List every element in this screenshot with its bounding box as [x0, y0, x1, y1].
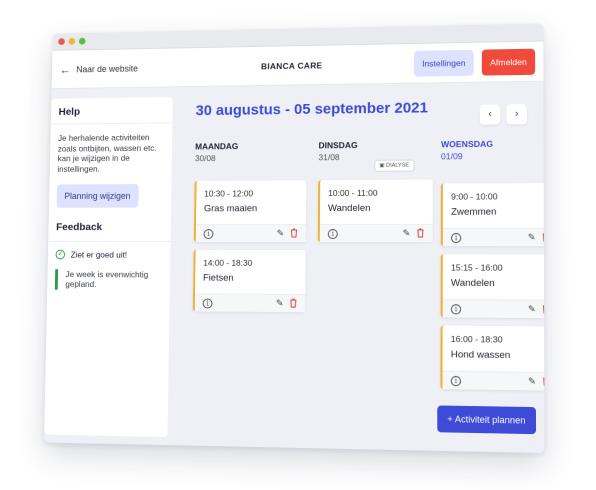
- edit-icon[interactable]: ✎: [528, 304, 536, 315]
- previous-week-button[interactable]: ‹: [479, 104, 501, 125]
- help-text: Je herhalende activiteiten zoals ontbijt…: [57, 132, 157, 174]
- activity-time: 14:00 - 18:30: [203, 257, 253, 268]
- trash-icon[interactable]: [542, 376, 544, 386]
- day-name: MAANDAG: [195, 141, 239, 152]
- activity-title: Zwemmen: [451, 206, 497, 218]
- edit-icon[interactable]: ✎: [528, 376, 536, 388]
- help-heading: Help: [50, 97, 173, 125]
- next-week-button[interactable]: ›: [506, 104, 528, 125]
- info-icon[interactable]: i: [450, 304, 462, 315]
- week-view: 30 augustus - 05 september 2021 ‹ › MAAN…: [185, 82, 545, 453]
- activity-title: Wandelen: [450, 277, 495, 290]
- activity-card[interactable]: 9:00 - 10:00 Zwemmen i ✎: [440, 182, 545, 247]
- info-icon[interactable]: i: [450, 375, 462, 387]
- chevron-left-icon: ‹: [488, 108, 492, 120]
- activity-title: Wandelen: [327, 202, 371, 214]
- trash-icon[interactable]: [416, 228, 424, 238]
- activity-card[interactable]: 10:30 - 12:00 Gras maaien i ✎: [193, 180, 307, 242]
- day-header-wednesday: WOENSDAG 01/09: [441, 139, 493, 162]
- feedback-status: Ziet er goed uit!: [70, 249, 128, 260]
- edit-icon[interactable]: ✎: [277, 228, 285, 239]
- settings-button[interactable]: Instellingen: [413, 49, 474, 77]
- sidebar: Help Je herhalende activiteiten zoals on…: [44, 97, 173, 438]
- activity-title: Fietsen: [202, 272, 234, 284]
- edit-icon[interactable]: ✎: [403, 228, 411, 239]
- activity-card[interactable]: 10:00 - 11:00 Wandelen i ✎: [317, 179, 433, 243]
- activity-time: 10:30 - 12:00: [204, 188, 254, 199]
- day-name: DINSDAG: [318, 140, 358, 151]
- day-date: 30/08: [194, 153, 216, 164]
- day-header-tuesday: DINSDAG 31/08 ▣ DIALYSE: [318, 140, 415, 172]
- back-to-website-link[interactable]: ← Naar de website: [59, 61, 138, 76]
- close-window-dot[interactable]: [58, 38, 65, 45]
- activity-card[interactable]: 14:00 - 18:30 Fietsen i ✎: [192, 249, 306, 313]
- app-window: ← Naar de website BIANCA CARE Instelling…: [43, 23, 545, 454]
- arrow-left-icon: ←: [59, 62, 71, 77]
- activity-card[interactable]: 16:00 - 18:30 Hond wassen i ✎: [440, 325, 545, 391]
- trash-icon[interactable]: [542, 304, 545, 314]
- edit-icon[interactable]: ✎: [528, 232, 536, 243]
- trash-icon[interactable]: [542, 232, 545, 242]
- back-label: Naar de website: [76, 63, 139, 74]
- activity-card[interactable]: 15:15 - 16:00 Wandelen i ✎: [440, 254, 545, 319]
- info-icon[interactable]: i: [202, 298, 213, 309]
- dialysis-badge: ▣ DIALYSE: [374, 159, 415, 172]
- check-circle-icon: ✓: [55, 249, 66, 259]
- day-date: 31/08: [318, 152, 340, 163]
- feedback-heading: Feedback: [48, 206, 172, 242]
- activity-time: 9:00 - 10:00: [451, 191, 498, 202]
- activity-title: Hond wassen: [450, 349, 511, 362]
- activity-title: Gras maaien: [203, 203, 258, 215]
- feedback-note: Je week is evenwichtig gepland.: [54, 268, 163, 291]
- activity-time: 16:00 - 18:30: [450, 333, 503, 345]
- calendar-icon: ▣: [379, 162, 385, 169]
- activity-time: 15:15 - 16:00: [450, 262, 503, 273]
- week-range-title: 30 augustus - 05 september 2021: [195, 99, 429, 120]
- info-icon[interactable]: i: [327, 228, 338, 240]
- plan-activity-button[interactable]: + Activiteit plannen: [436, 405, 537, 435]
- badge-label: DIALYSE: [386, 162, 410, 169]
- maximize-window-dot[interactable]: [78, 37, 86, 45]
- logout-button[interactable]: Afmelden: [481, 48, 536, 76]
- info-icon[interactable]: i: [450, 232, 462, 244]
- day-header-monday: MAANDAG 30/08: [195, 141, 238, 163]
- trash-icon[interactable]: [290, 228, 298, 238]
- day-name: WOENSDAG: [440, 138, 494, 150]
- day-date: 01/09: [440, 151, 463, 162]
- chevron-right-icon: ›: [514, 108, 519, 120]
- edit-planning-button[interactable]: Planning wijzigen: [56, 183, 139, 208]
- activity-time: 10:00 - 11:00: [328, 187, 378, 199]
- brand-name: BIANCA CARE: [261, 59, 323, 71]
- minimize-window-dot[interactable]: [68, 37, 76, 45]
- edit-icon[interactable]: ✎: [276, 298, 284, 309]
- info-icon[interactable]: i: [203, 229, 214, 239]
- trash-icon[interactable]: [289, 298, 297, 308]
